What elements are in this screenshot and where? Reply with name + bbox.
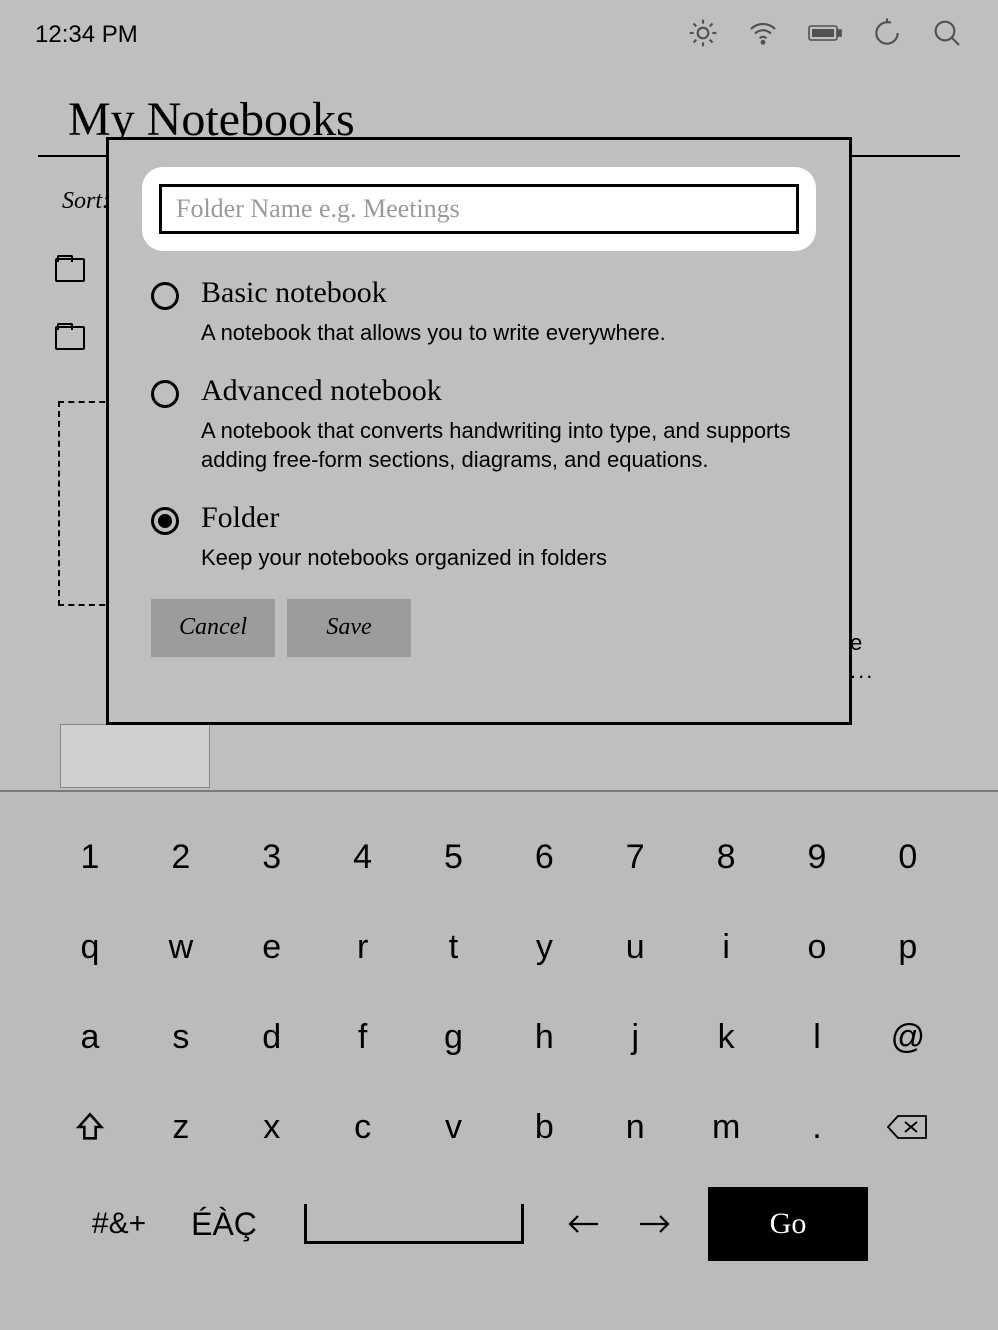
key-s[interactable]: s xyxy=(151,1007,211,1067)
key-period[interactable]: . xyxy=(787,1097,847,1157)
option-title: Basic notebook xyxy=(201,276,813,310)
key-shift[interactable] xyxy=(60,1097,120,1157)
key-z[interactable]: z xyxy=(151,1097,211,1157)
option-advanced-notebook[interactable]: Advanced notebook A notebook that conver… xyxy=(145,374,813,475)
key-m[interactable]: m xyxy=(696,1097,756,1157)
input-highlight xyxy=(145,170,813,248)
sort-label: Sort: xyxy=(62,188,110,215)
option-title: Advanced notebook xyxy=(201,374,813,408)
on-screen-keyboard: 1 2 3 4 5 6 7 8 9 0 q w e r t y u i o p … xyxy=(0,790,998,1330)
battery-icon[interactable] xyxy=(807,21,843,50)
key-g[interactable]: g xyxy=(424,1007,484,1067)
keyboard-row-zxcv: z x c v b n m . xyxy=(0,1097,998,1157)
key-y[interactable]: y xyxy=(514,917,574,977)
key-n[interactable]: n xyxy=(605,1097,665,1157)
key-t[interactable]: t xyxy=(424,917,484,977)
option-basic-notebook[interactable]: Basic notebook A notebook that allows yo… xyxy=(145,276,813,348)
key-u[interactable]: u xyxy=(605,917,665,977)
sync-icon[interactable] xyxy=(871,17,903,54)
key-j[interactable]: j xyxy=(605,1007,665,1067)
option-folder[interactable]: Folder Keep your notebooks organized in … xyxy=(145,501,813,573)
key-1[interactable]: 1 xyxy=(60,827,120,887)
key-3[interactable]: 3 xyxy=(242,827,302,887)
status-time: 12:34 PM xyxy=(35,21,138,49)
status-bar: 12:34 PM xyxy=(0,0,998,70)
key-q[interactable]: q xyxy=(60,917,120,977)
status-icons xyxy=(687,17,963,54)
key-v[interactable]: v xyxy=(424,1097,484,1157)
key-x[interactable]: x xyxy=(242,1097,302,1157)
key-arrow-left[interactable] xyxy=(554,1194,614,1254)
key-5[interactable]: 5 xyxy=(424,827,484,887)
radio-icon xyxy=(151,507,179,535)
key-p[interactable]: p xyxy=(878,917,938,977)
cancel-button[interactable]: Cancel xyxy=(151,599,275,657)
option-desc: A notebook that converts handwriting int… xyxy=(201,416,813,475)
folder-icon xyxy=(55,326,85,350)
folder-name-input[interactable] xyxy=(159,184,799,234)
key-0[interactable]: 0 xyxy=(878,827,938,887)
key-4[interactable]: 4 xyxy=(333,827,393,887)
key-d[interactable]: d xyxy=(242,1007,302,1067)
search-icon[interactable] xyxy=(931,17,963,54)
key-e[interactable]: e xyxy=(242,917,302,977)
key-f[interactable]: f xyxy=(333,1007,393,1067)
key-space[interactable] xyxy=(304,1204,524,1244)
key-accents[interactable]: ÉÀÇ xyxy=(174,1194,274,1254)
key-h[interactable]: h xyxy=(514,1007,574,1067)
key-k[interactable]: k xyxy=(696,1007,756,1067)
key-w[interactable]: w xyxy=(151,917,211,977)
keyboard-row-asdf: a s d f g h j k l @ xyxy=(0,1007,998,1067)
key-go[interactable]: Go xyxy=(708,1187,868,1261)
create-dialog: Basic notebook A notebook that allows yo… xyxy=(106,137,852,725)
key-l[interactable]: l xyxy=(787,1007,847,1067)
key-backspace[interactable] xyxy=(878,1097,938,1157)
key-arrow-right[interactable] xyxy=(624,1194,684,1254)
key-r[interactable]: r xyxy=(333,917,393,977)
key-9[interactable]: 9 xyxy=(787,827,847,887)
keyboard-row-numbers: 1 2 3 4 5 6 7 8 9 0 xyxy=(0,827,998,887)
key-8[interactable]: 8 xyxy=(696,827,756,887)
key-i[interactable]: i xyxy=(696,917,756,977)
key-7[interactable]: 7 xyxy=(605,827,665,887)
option-desc: Keep your notebooks organized in folders xyxy=(201,543,813,573)
bg-partial-text: ... xyxy=(850,658,874,684)
notebook-thumbnail[interactable] xyxy=(60,724,210,788)
key-o[interactable]: o xyxy=(787,917,847,977)
option-desc: A notebook that allows you to write ever… xyxy=(201,318,813,348)
keyboard-row-bottom: #&+ ÉÀÇ Go xyxy=(0,1187,998,1261)
keyboard-row-qwerty: q w e r t y u i o p xyxy=(0,917,998,977)
key-b[interactable]: b xyxy=(514,1097,574,1157)
save-button[interactable]: Save xyxy=(287,599,411,657)
key-2[interactable]: 2 xyxy=(151,827,211,887)
radio-icon xyxy=(151,282,179,310)
key-6[interactable]: 6 xyxy=(514,827,574,887)
option-title: Folder xyxy=(201,501,813,535)
key-c[interactable]: c xyxy=(333,1097,393,1157)
key-at[interactable]: @ xyxy=(878,1007,938,1067)
radio-icon xyxy=(151,380,179,408)
key-a[interactable]: a xyxy=(60,1007,120,1067)
key-symbols[interactable]: #&+ xyxy=(74,1194,164,1254)
folder-icon xyxy=(55,258,85,282)
brightness-icon[interactable] xyxy=(687,17,719,54)
wifi-icon[interactable] xyxy=(747,17,779,54)
